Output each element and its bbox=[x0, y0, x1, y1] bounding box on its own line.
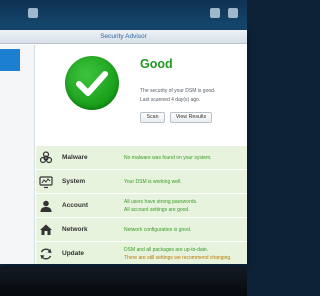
category-name: Network bbox=[62, 226, 88, 233]
last-scanned-text: Last scanned 4 day(s) ago. bbox=[140, 97, 201, 103]
taskbar-user-icon[interactable] bbox=[210, 8, 220, 18]
category-row-network[interactable]: Network Network configuration is good. bbox=[36, 218, 247, 242]
category-status-line1: DSM and all packages are up-to-date. bbox=[124, 247, 209, 253]
window-title: Security Advisor bbox=[100, 33, 147, 40]
security-advisor-window: Security Advisor Good The security of yo… bbox=[0, 30, 247, 264]
taskbar-search-icon[interactable] bbox=[228, 8, 238, 18]
category-status-line2: All account settings are good. bbox=[124, 207, 190, 213]
status-check-icon bbox=[65, 56, 119, 110]
house-network-icon bbox=[40, 224, 52, 235]
category-name: Account bbox=[62, 202, 88, 209]
refresh-icon bbox=[40, 248, 52, 260]
category-status: No malware was found on your system. bbox=[124, 155, 212, 161]
window-titlebar[interactable]: Security Advisor bbox=[0, 30, 247, 44]
desktop-taskbar bbox=[0, 0, 247, 30]
category-status-line2: There are still settings we recommend ch… bbox=[124, 255, 232, 261]
category-status: Network configuration is good. bbox=[124, 227, 192, 233]
monitor-icon bbox=[39, 176, 53, 189]
scan-button[interactable]: Scan bbox=[140, 112, 165, 123]
sidebar-item-overview[interactable] bbox=[0, 49, 20, 71]
category-name: Update bbox=[62, 250, 85, 257]
desktop-bottom-area bbox=[0, 266, 247, 296]
sidebar bbox=[0, 45, 35, 264]
category-status: Your DSM is working well. bbox=[124, 179, 182, 185]
category-name: System bbox=[62, 178, 86, 185]
category-name: Malware bbox=[62, 154, 88, 161]
taskbar-app-icon[interactable] bbox=[28, 8, 38, 18]
category-status-line1: All users have strong passwords. bbox=[124, 199, 198, 205]
main-panel: Good The security of your DSM is good. L… bbox=[36, 45, 247, 264]
category-row-update[interactable]: Update DSM and all packages are up-to-da… bbox=[36, 242, 247, 264]
status-summary: The security of your DSM is good. bbox=[140, 88, 216, 94]
category-row-account[interactable]: Account All users have strong passwords.… bbox=[36, 194, 247, 218]
category-list: Malware No malware was found on your sys… bbox=[36, 146, 247, 264]
biohazard-icon bbox=[39, 151, 53, 164]
category-row-system[interactable]: System Your DSM is working well. bbox=[36, 170, 247, 194]
user-icon bbox=[40, 200, 52, 212]
status-title: Good bbox=[140, 57, 173, 71]
view-results-button[interactable]: View Results bbox=[170, 112, 212, 123]
category-row-malware[interactable]: Malware No malware was found on your sys… bbox=[36, 146, 247, 170]
